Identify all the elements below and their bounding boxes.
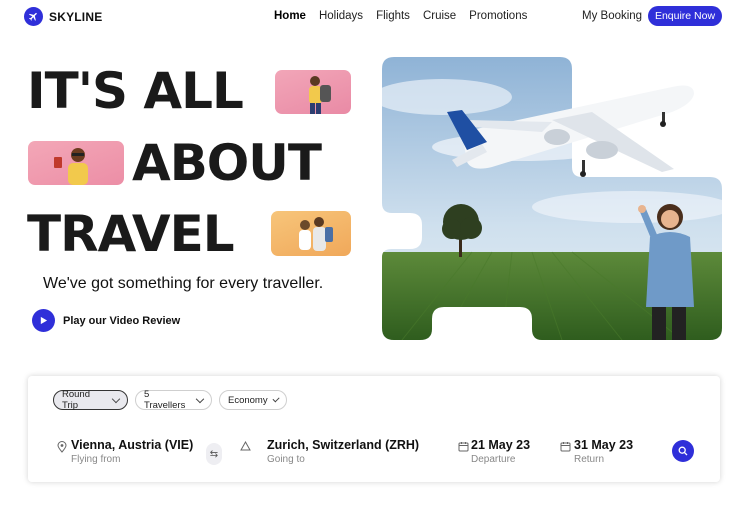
return-date-field[interactable]: 31 May 23 Return (574, 438, 633, 465)
top-nav: SKYLINE Home Holidays Flights Cruise Pro… (0, 0, 738, 34)
search-icon (678, 446, 688, 456)
travellers-value: 5 Travellers (144, 389, 186, 411)
destination-field[interactable]: Zurich, Switzerland (ZRH) Going to (267, 438, 419, 465)
destination-value: Zurich, Switzerland (ZRH) (267, 438, 420, 452)
brand-name: SKYLINE (49, 9, 103, 24)
origin-label: Flying from (71, 454, 121, 465)
cabin-class-select[interactable]: Economy (219, 390, 287, 410)
main-menu: Home Holidays Flights Cruise Promotions (274, 10, 527, 22)
plane-icon (24, 7, 43, 26)
video-review-label[interactable]: Play our Video Review (63, 315, 180, 327)
trip-type-value: Round Trip (62, 389, 90, 411)
brand-logo[interactable]: SKYLINE (24, 7, 102, 26)
destination-triangle-icon (240, 441, 251, 451)
headline-line-2: ABOUT (132, 134, 322, 192)
flight-search-card: Round Trip 5 Travellers Economy Vienna, … (28, 376, 720, 482)
calendar-icon (458, 442, 469, 452)
hero-image-plane (382, 57, 722, 340)
return-value: 31 May 23 (574, 438, 634, 452)
video-review-link[interactable]: Play our Video Review (32, 309, 180, 332)
play-icon[interactable] (32, 309, 55, 332)
nav-item-holidays[interactable]: Holidays (319, 10, 363, 22)
departure-label: Departure (471, 454, 516, 465)
traveller-photo-couple (271, 211, 351, 256)
chevron-down-icon (272, 394, 280, 403)
origin-value: Vienna, Austria (VIE) (71, 438, 194, 452)
swap-direction-icon[interactable]: ⇆ (206, 443, 222, 465)
nav-item-promotions[interactable]: Promotions (469, 10, 527, 22)
location-pin-icon (57, 441, 67, 453)
nav-item-home[interactable]: Home (274, 10, 306, 22)
traveller-photo-passport (28, 141, 124, 185)
enquire-now-button[interactable]: Enquire Now (648, 6, 722, 26)
chevron-down-icon (195, 394, 205, 403)
destination-label: Going to (267, 454, 305, 465)
cabin-class-value: Economy (228, 394, 268, 406)
nav-item-flights[interactable]: Flights (376, 10, 410, 22)
chevron-down-icon (111, 394, 121, 403)
search-button[interactable] (672, 440, 694, 462)
return-label: Return (574, 454, 605, 465)
headline-line-1: IT'S ALL (27, 62, 244, 120)
hero-tagline: We've got something for every traveller. (43, 275, 324, 292)
departure-value: 21 May 23 (471, 438, 531, 452)
nav-item-cruise[interactable]: Cruise (423, 10, 456, 22)
my-booking-link[interactable]: My Booking (582, 10, 642, 22)
trip-type-select[interactable]: Round Trip (53, 389, 128, 411)
calendar-icon (560, 442, 571, 452)
headline-line-3: TRAVEL (27, 205, 235, 263)
travellers-select[interactable]: 5 Travellers (135, 389, 212, 411)
departure-date-field[interactable]: 21 May 23 Departure (471, 438, 530, 465)
traveller-photo-backpack (275, 70, 351, 114)
origin-field[interactable]: Vienna, Austria (VIE) Flying from (71, 438, 193, 465)
